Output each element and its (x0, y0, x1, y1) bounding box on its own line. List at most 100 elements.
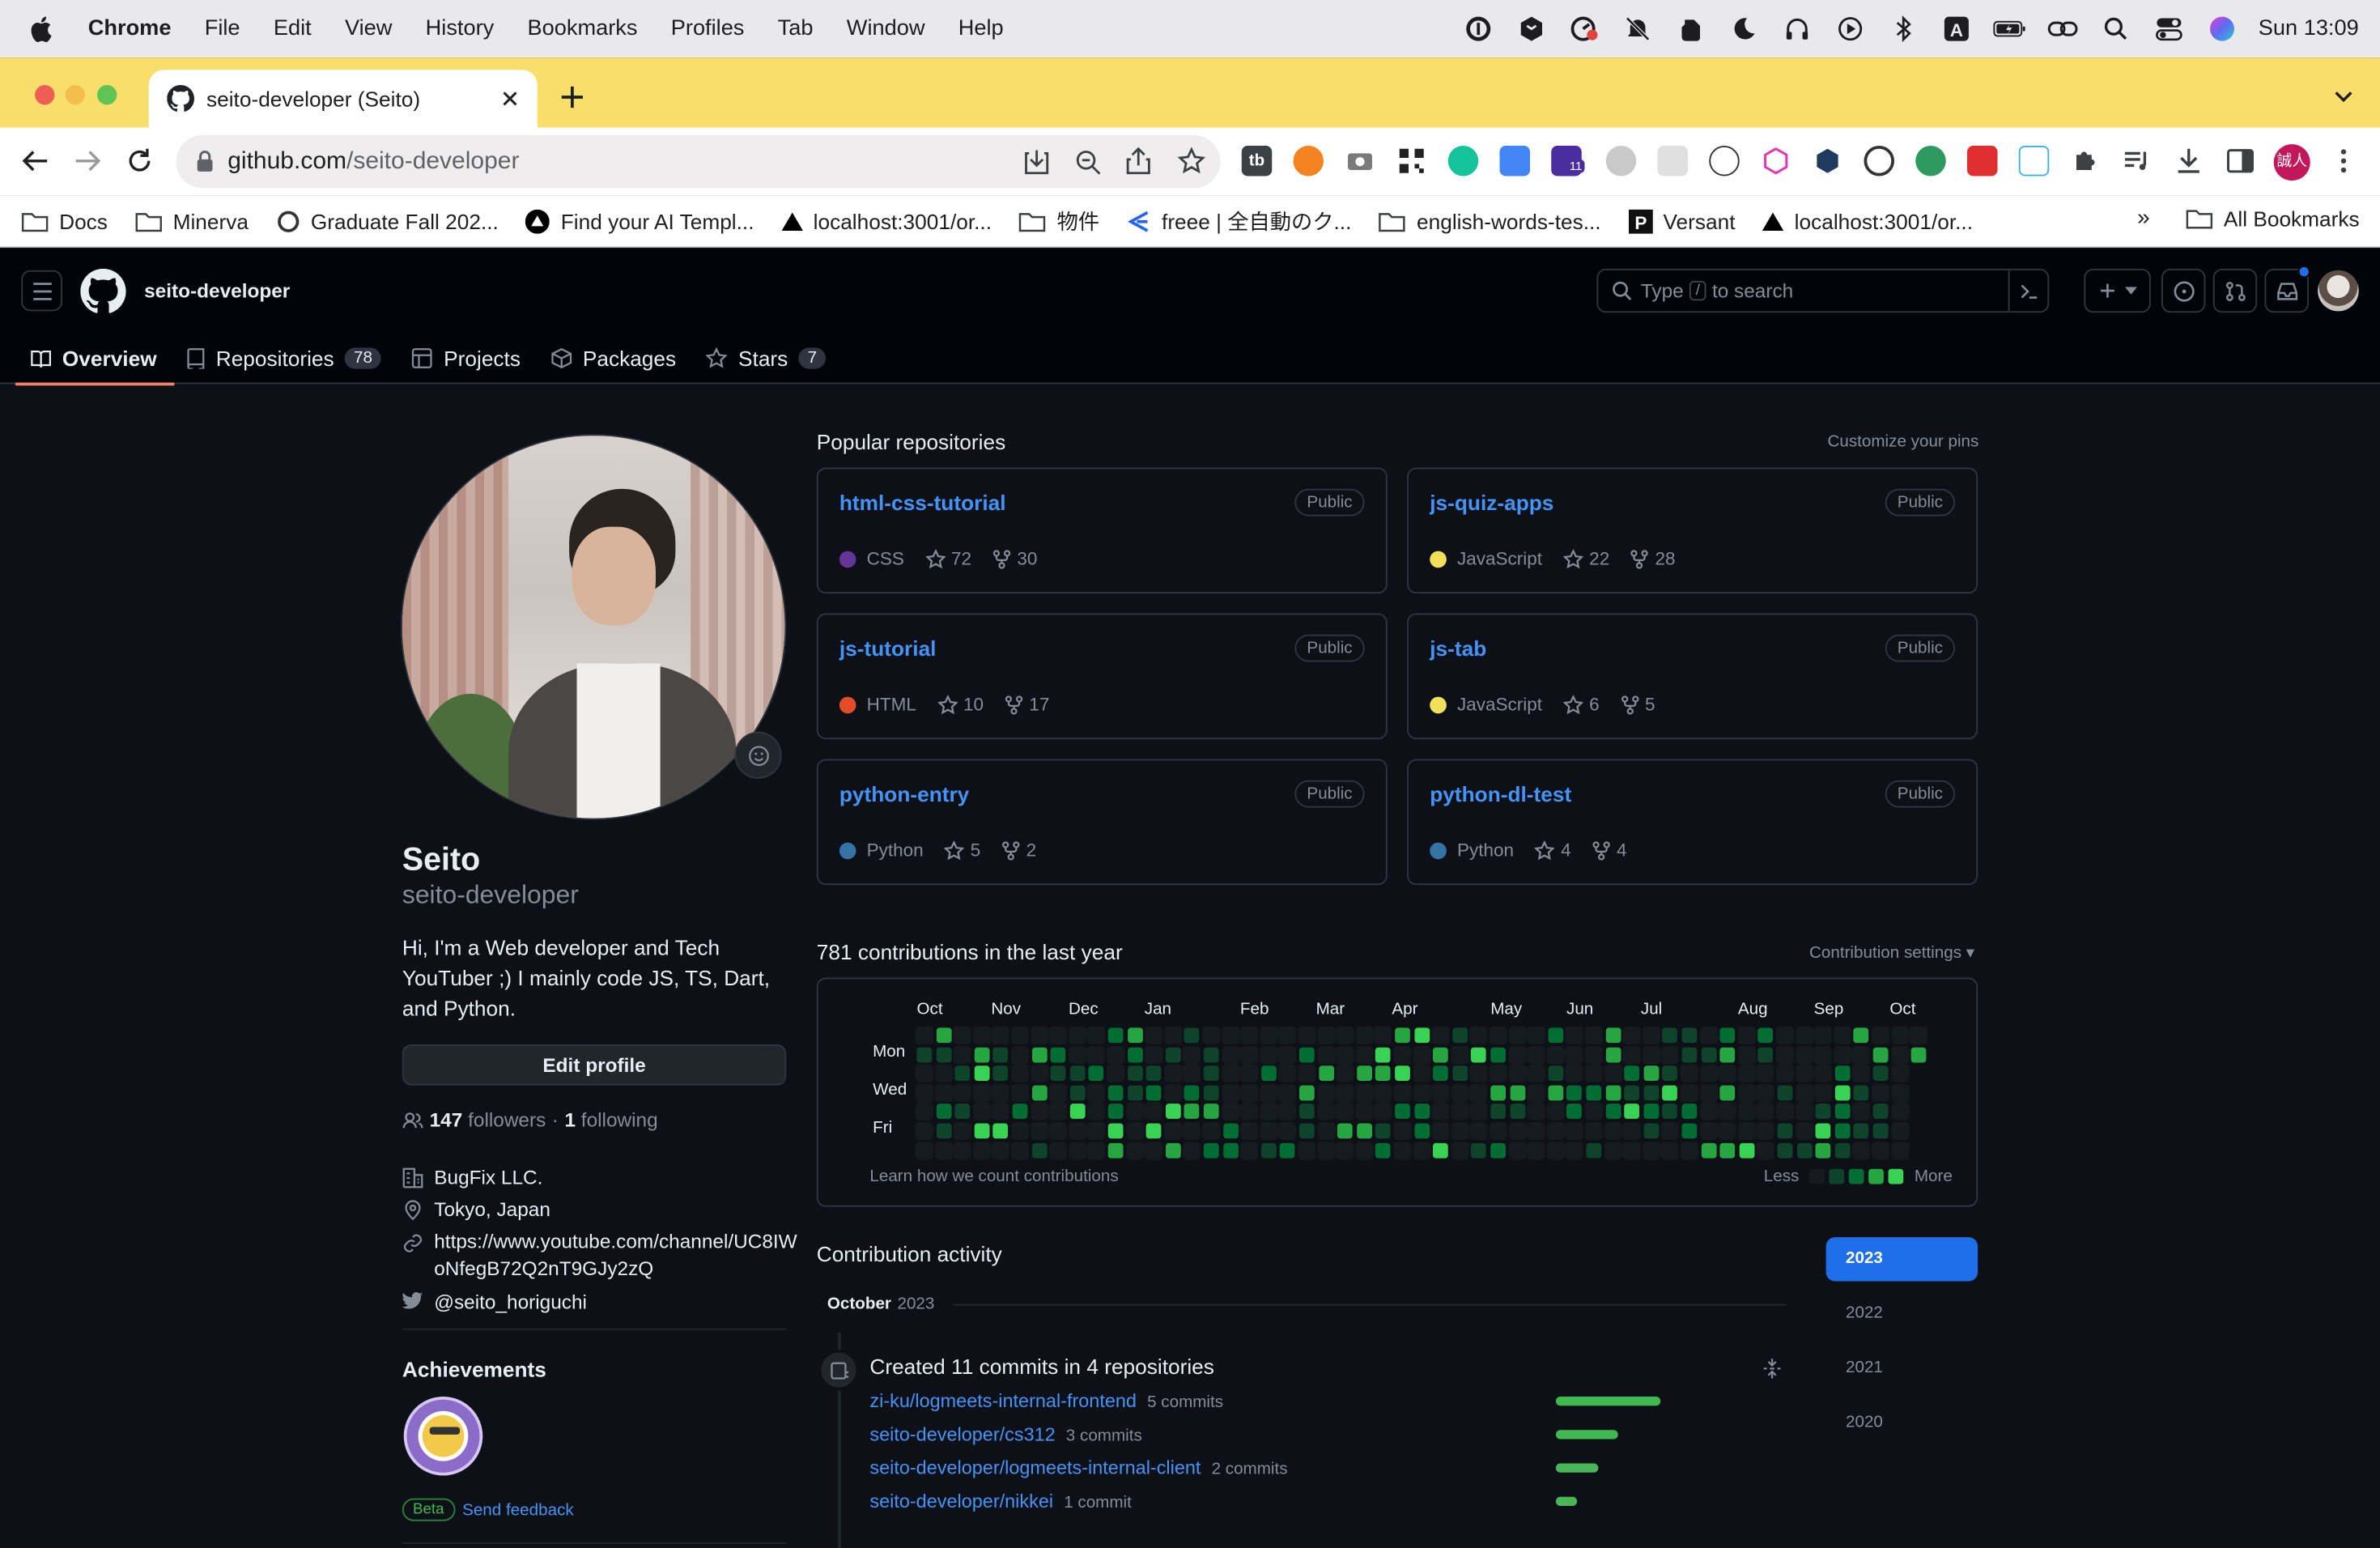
contribution-day-cell[interactable] (1395, 1027, 1410, 1044)
link-icon[interactable] (2046, 12, 2079, 45)
menu-help[interactable]: Help (941, 17, 1020, 41)
contribution-day-cell[interactable] (1050, 1065, 1066, 1082)
battery-icon[interactable] (1993, 12, 2026, 45)
contribution-day-cell[interactable] (1107, 1027, 1124, 1044)
contribution-day-cell[interactable] (1737, 1064, 1756, 1083)
contribution-day-cell[interactable] (1069, 1085, 1086, 1100)
tab-close-icon[interactable] (501, 90, 520, 108)
profile-avatar[interactable]: 誠人 (2273, 144, 2310, 181)
share-icon[interactable] (1126, 147, 1150, 175)
github-logo-icon[interactable] (80, 268, 126, 314)
contribution-day-cell[interactable] (1221, 1102, 1240, 1121)
repo-name-link[interactable]: python-entry (839, 782, 969, 806)
menubar-clock[interactable]: Sun 13:09 (2259, 17, 2359, 41)
contribution-day-cell[interactable] (1509, 1104, 1525, 1120)
contribution-day-cell[interactable] (915, 1026, 934, 1044)
contribution-day-cell[interactable] (1431, 1121, 1450, 1141)
contribution-day-cell[interactable] (1815, 1104, 1831, 1120)
contribution-day-cell[interactable] (1165, 1104, 1181, 1120)
contribution-day-cell[interactable] (1546, 1141, 1565, 1159)
contribution-day-cell[interactable] (1718, 1121, 1737, 1141)
contribution-day-cell[interactable] (1469, 1026, 1489, 1044)
contribution-day-cell[interactable] (934, 1083, 953, 1102)
contribution-day-cell[interactable] (1354, 1026, 1374, 1044)
contribution-day-cell[interactable] (1412, 1045, 1431, 1064)
contribution-day-cell[interactable] (1145, 1026, 1163, 1044)
contribution-day-cell[interactable] (1068, 1026, 1087, 1044)
contribution-day-cell[interactable] (1546, 1121, 1565, 1141)
inbox-icon[interactable] (2264, 266, 2310, 313)
all-bookmarks-button[interactable]: All Bookmarks (2186, 206, 2360, 231)
extension-grid-icon[interactable] (1657, 146, 1688, 176)
contribution-day-cell[interactable] (1298, 1026, 1316, 1044)
contribution-day-cell[interactable] (1336, 1102, 1354, 1121)
contribution-day-cell[interactable] (1660, 1045, 1680, 1064)
stargazers-link[interactable]: 4 (1535, 840, 1571, 861)
contribution-day-cell[interactable] (1565, 1026, 1584, 1044)
contribution-day-cell[interactable] (1203, 1142, 1219, 1158)
contribution-day-cell[interactable] (1050, 1046, 1066, 1062)
forks-link[interactable]: 4 (1592, 840, 1627, 861)
contribution-day-cell[interactable] (1854, 1085, 1869, 1100)
contribution-day-cell[interactable] (1737, 1102, 1756, 1121)
contribution-day-cell[interactable] (1890, 1102, 1909, 1121)
contribution-day-cell[interactable] (1813, 1026, 1833, 1044)
contribution-day-cell[interactable] (915, 1141, 934, 1159)
contribution-day-cell[interactable] (1431, 1083, 1450, 1102)
contribution-day-cell[interactable] (1701, 1046, 1716, 1062)
grammarly-icon[interactable] (1447, 146, 1479, 176)
input-source-icon[interactable]: A (1940, 12, 1973, 45)
contribution-day-cell[interactable] (1299, 1104, 1315, 1120)
contribution-day-cell[interactable] (1604, 1046, 1621, 1062)
contribution-day-cell[interactable] (1565, 1045, 1584, 1064)
contribution-day-cell[interactable] (1872, 1104, 1889, 1120)
activity-commit-count[interactable]: 1 commit (1064, 1494, 1132, 1512)
apple-icon[interactable] (0, 15, 71, 43)
contribution-day-cell[interactable] (1316, 1026, 1336, 1044)
contribution-day-cell[interactable] (1469, 1121, 1489, 1141)
contribution-day-cell[interactable] (1699, 1083, 1718, 1102)
contribution-day-cell[interactable] (1184, 1085, 1200, 1100)
contribution-day-cell[interactable] (1813, 1064, 1833, 1083)
contribution-day-cell[interactable] (1872, 1123, 1889, 1139)
activity-repo-link[interactable]: seito-developer/nikkei (869, 1491, 1053, 1512)
contribution-day-cell[interactable] (1642, 1026, 1660, 1044)
contribution-day-cell[interactable] (1069, 1065, 1086, 1082)
contribution-day-cell[interactable] (1221, 1064, 1240, 1083)
contribution-day-cell[interactable] (1795, 1083, 1813, 1102)
forks-link[interactable]: 28 (1630, 548, 1676, 569)
contribution-day-cell[interactable] (1356, 1123, 1372, 1139)
github-search-input[interactable]: Type / to search (1596, 268, 2050, 313)
contribution-day-cell[interactable] (1622, 1141, 1642, 1159)
contribution-day-cell[interactable] (1354, 1045, 1374, 1064)
contribution-day-cell[interactable] (1222, 1123, 1239, 1139)
contribution-day-cell[interactable] (992, 1026, 1010, 1044)
contribution-day-cell[interactable] (1775, 1102, 1795, 1121)
contribution-day-cell[interactable] (992, 1083, 1010, 1102)
contribution-day-cell[interactable] (1642, 1045, 1660, 1064)
contribution-day-cell[interactable] (934, 1064, 953, 1083)
contribution-day-cell[interactable] (1412, 1083, 1431, 1102)
contribution-day-cell[interactable] (1031, 1142, 1047, 1158)
contribution-day-cell[interactable] (1336, 1083, 1354, 1102)
activity-repo-link[interactable]: zi-ku/logmeets-internal-frontend (869, 1391, 1137, 1412)
contribution-day-cell[interactable] (1183, 1045, 1201, 1064)
contribution-day-cell[interactable] (1278, 1102, 1297, 1121)
extension-a-icon[interactable] (1709, 146, 1740, 176)
contribution-day-cell[interactable] (1031, 1046, 1047, 1062)
contribution-day-cell[interactable] (936, 1123, 951, 1139)
contribution-day-cell[interactable] (1834, 1123, 1851, 1139)
contribution-day-cell[interactable] (1413, 1104, 1430, 1120)
contribution-day-cell[interactable] (972, 1102, 991, 1121)
contribution-day-cell[interactable] (1069, 1104, 1086, 1120)
contribution-day-cell[interactable] (1030, 1121, 1048, 1141)
contribution-day-cell[interactable] (1259, 1083, 1278, 1102)
contribution-day-cell[interactable] (1489, 1064, 1507, 1083)
contribution-day-cell[interactable] (1393, 1121, 1412, 1141)
contribution-day-cell[interactable] (953, 1083, 972, 1102)
contribution-day-cell[interactable] (1490, 1104, 1506, 1120)
forks-link[interactable]: 5 (1621, 694, 1655, 715)
contribution-day-cell[interactable] (1240, 1121, 1259, 1141)
stargazers-link[interactable]: 22 (1563, 548, 1609, 569)
contribution-day-cell[interactable] (1393, 1083, 1412, 1102)
